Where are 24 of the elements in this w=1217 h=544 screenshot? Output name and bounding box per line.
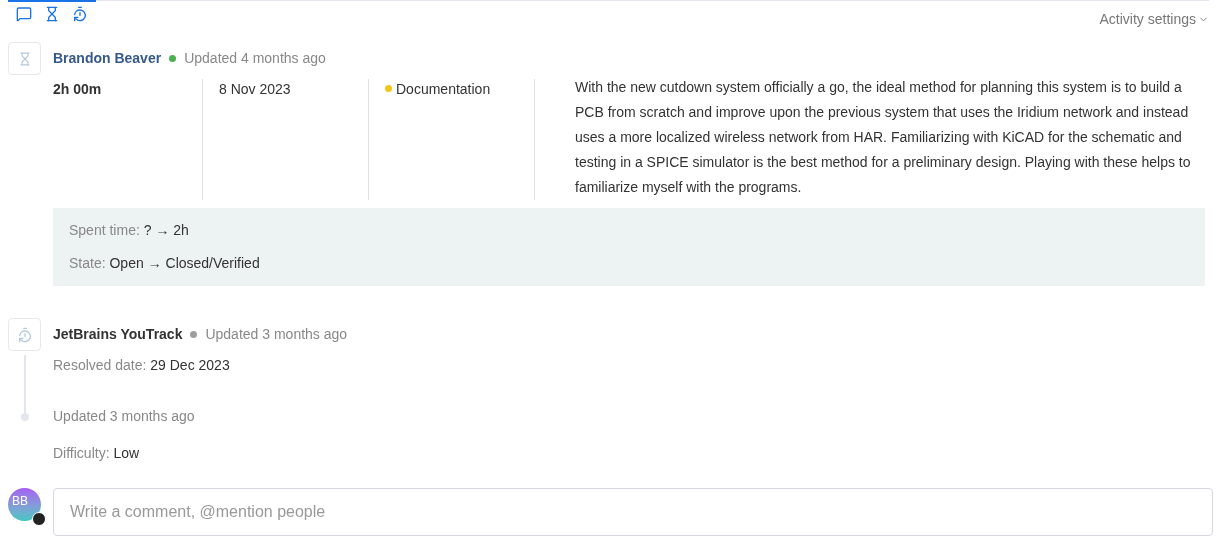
updated-time: Updated 3 months ago [53, 407, 196, 426]
filter-toggle[interactable] [16, 6, 32, 22]
field-change: Spent time: ? → 2h [69, 221, 190, 240]
hourglass-icon [44, 6, 60, 22]
comment-field[interactable]: Write a comment, @mention people [53, 488, 1213, 536]
updated-time: Updated 3 months ago [205, 325, 348, 344]
filter-toggle[interactable] [44, 6, 60, 22]
field-change: State: Open → Closed/Verified [69, 254, 261, 273]
author-name[interactable]: Brandon Beaver [53, 48, 162, 69]
work-description: With the new cutdown system officially a go, the ideal method for planning this system is to build a PCB from scratch and improve upon the previous system that uses the Iridium network and instead uses a more localized wireless network from HAR. Familiarizing with KiCAD for the schematic and testing in a SPICE simulator is the best method for a preliminary design. Playing with these helps to familiarize myself with the programs. [574, 78, 1192, 197]
updated-time: Updated 4 months ago [184, 49, 326, 68]
field-change: Resolved date: 29 Dec 2023 [53, 356, 231, 375]
author-name[interactable]: JetBrains YouTrack [53, 324, 183, 345]
duration-text: 2h 00m [53, 81, 102, 97]
history-icon [72, 6, 88, 22]
activity-settings-button[interactable]: Activity settings [1099, 9, 1209, 30]
date-text: 8 Nov 2023 [219, 81, 291, 97]
filter-toggle[interactable] [72, 6, 88, 22]
badge-icon [32, 512, 46, 526]
field-change: Difficulty: Low [53, 444, 141, 463]
speech-bubble-icon [16, 6, 32, 22]
work-type: Documentation [396, 80, 491, 99]
history-icon [8, 318, 41, 351]
hourglass-icon [8, 42, 41, 75]
